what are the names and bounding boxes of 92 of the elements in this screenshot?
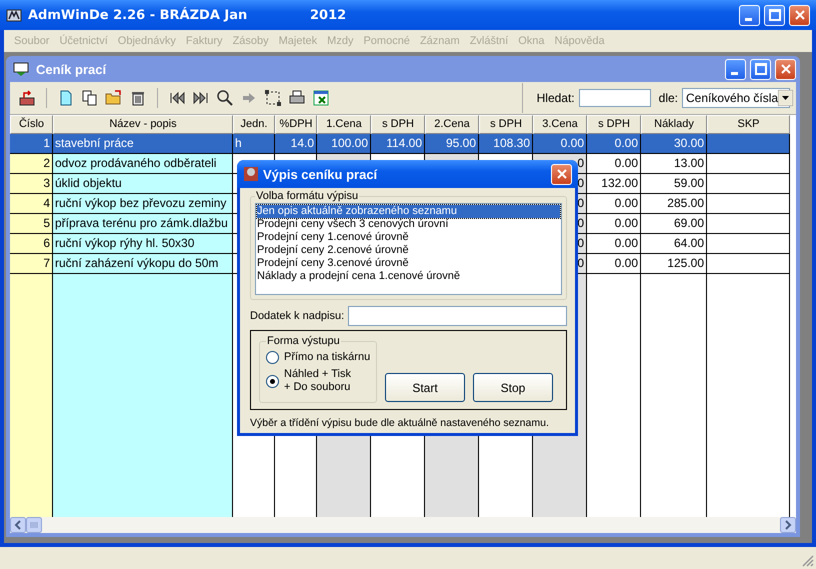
table-cell: ruční výkop rýhy hl. 50x30 (53, 234, 233, 254)
table-cell: 114.00 (371, 134, 425, 154)
table-cell: 0.00 (587, 234, 641, 254)
dialog-note: Výběr a třídění výpisu bude dle aktuálně nastaveného seznamu. (250, 417, 549, 429)
table-cell: 2 (10, 154, 53, 174)
horizontal-scrollbar[interactable] (10, 517, 796, 533)
table-cell: 95.00 (425, 134, 479, 154)
scroll-right-icon[interactable] (780, 517, 796, 533)
column-header[interactable]: s DPH (479, 115, 533, 134)
minimize-button[interactable] (725, 58, 746, 80)
dropdown-arrow-icon[interactable] (778, 90, 794, 106)
table-cell: 0.00 (587, 214, 641, 234)
app-icon (243, 166, 259, 182)
table-cell: ruční zaházení výkopu do 50m (53, 254, 233, 274)
table-cell: 0.00 (587, 154, 641, 174)
table-cell: 69.00 (641, 214, 707, 234)
app-icon (12, 61, 30, 77)
table-cell: 285.00 (641, 194, 707, 214)
table-cell: odvoz prodávaného odběrateli (53, 154, 233, 174)
table-cell: 6 (10, 234, 53, 254)
table-cell: 1 (10, 134, 53, 154)
column-header[interactable]: 2.Cena (425, 115, 479, 134)
table-cell: 100.00 (317, 134, 371, 154)
column-header[interactable]: Název - popis (53, 115, 233, 134)
maximize-button[interactable] (750, 58, 771, 80)
resize-grip-icon[interactable] (802, 555, 814, 567)
format-list[interactable] (255, 203, 562, 295)
search-by-dropdown[interactable]: Ceníkového čísla (682, 88, 790, 108)
table-cell: 132.00 (587, 174, 641, 194)
table-cell: příprava terénu pro zámk.dlažbu (53, 214, 233, 234)
column-header[interactable]: Číslo (10, 115, 53, 134)
column-header[interactable]: s DPH (587, 115, 641, 134)
table-cell: 30.00 (641, 134, 707, 154)
search-label: Hledat: (536, 91, 575, 105)
search-field[interactable] (578, 89, 651, 107)
close-button[interactable] (551, 164, 572, 184)
group-label: Forma výstupu (266, 335, 341, 347)
list-item[interactable]: Jen opis aktuálně zobrazeného seznamu (257, 205, 560, 218)
heading-field[interactable] (348, 306, 567, 326)
table-cell: h (233, 134, 275, 154)
close-icon (794, 9, 806, 21)
close-button[interactable] (775, 58, 796, 80)
close-icon (556, 168, 568, 180)
table-cell: 5 (10, 214, 53, 234)
column-header[interactable]: s DPH (371, 115, 425, 134)
column-header[interactable]: Jedn. (233, 115, 275, 134)
radio-button[interactable] (266, 374, 279, 388)
column-header[interactable]: %DPH (275, 115, 317, 134)
table-cell: 0.00 (587, 254, 641, 274)
search-by-label: dle: (658, 91, 678, 105)
scroll-thumb[interactable] (26, 517, 42, 533)
table-cell: úklid objektu (53, 174, 233, 194)
maximize-icon (754, 63, 766, 75)
table-cell: 125.00 (641, 254, 707, 274)
table-cell: 13.00 (641, 154, 707, 174)
table-cell: 108.30 (479, 134, 533, 154)
column-header[interactable]: 1.Cena (317, 115, 371, 134)
heading-label: Dodatek k nadpisu: (250, 310, 344, 322)
column-header[interactable]: SKP (707, 115, 790, 134)
radio-button[interactable] (266, 351, 279, 364)
selection-icon[interactable] (262, 87, 284, 109)
close-button[interactable] (789, 4, 810, 26)
table-cell: 14.0 (275, 134, 317, 154)
table-cell: 0.00 (587, 194, 641, 214)
column-header[interactable]: Náklady (641, 115, 707, 134)
dialog-button[interactable]: Stop (473, 373, 553, 402)
radio-label[interactable]: Přímo na tiskárnu (284, 351, 370, 364)
table-cell: 59.00 (641, 174, 707, 194)
table-cell: 7 (10, 254, 53, 274)
child-window-title: Ceník prací (36, 62, 106, 76)
window-year: 2012 (310, 8, 346, 22)
column-header[interactable]: 3.Cena (533, 115, 587, 134)
table-cell: 0.00 (533, 134, 587, 154)
table-cell: 0.00 (587, 134, 641, 154)
app-icon (6, 7, 22, 23)
minimize-button[interactable] (739, 4, 760, 26)
minimize-icon (744, 18, 752, 20)
minimize-icon (730, 72, 738, 74)
table-cell: ruční výkop bez převozu zeminy (53, 194, 233, 214)
close-icon (780, 63, 792, 75)
dialog-title: Výpis ceníku prací (263, 166, 378, 182)
table-cell: stavební práce (53, 134, 233, 154)
scroll-left-icon[interactable] (10, 517, 26, 533)
window-title: AdmWinDe 2.26 - BRÁZDA Jan (28, 8, 248, 22)
maximize-button[interactable] (764, 4, 785, 26)
radio-label[interactable]: Náhled + Tisk + Do souboru (284, 368, 351, 394)
maximize-icon (768, 9, 780, 21)
table-cell: 3 (10, 174, 53, 194)
table-cell: 4 (10, 194, 53, 214)
dialog-button[interactable]: Start (385, 373, 465, 402)
table-cell: 64.00 (641, 234, 707, 254)
group-label: Volba formátu výpisu (255, 190, 360, 202)
